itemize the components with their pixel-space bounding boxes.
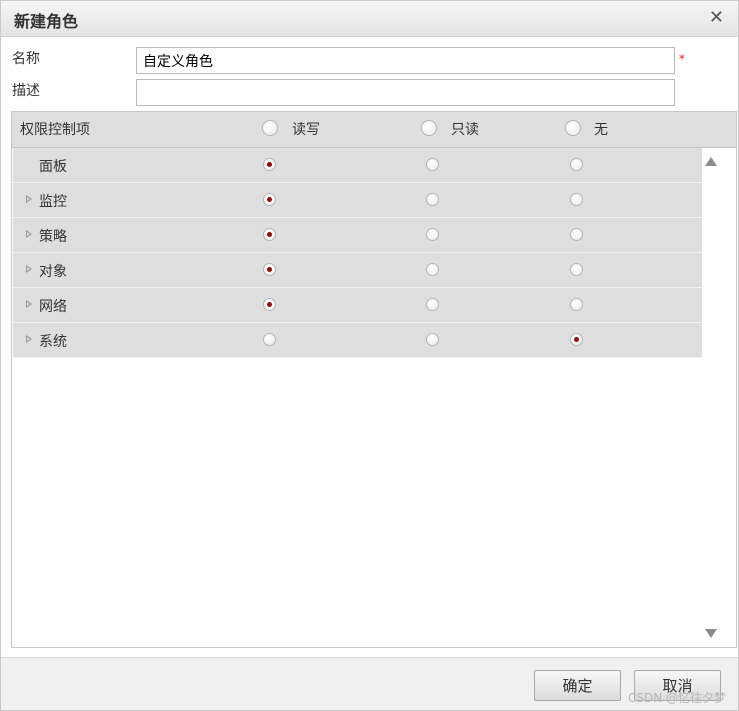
expand-arrow-icon[interactable]	[26, 300, 32, 308]
none-radio[interactable]	[570, 263, 583, 276]
permission-rows: 面板监控策略对象网络系统	[13, 148, 702, 358]
permission-row-label: 策略	[39, 229, 67, 245]
name-label: 名称	[12, 51, 40, 67]
permission-row[interactable]: 系统	[13, 323, 702, 358]
permission-row[interactable]: 网络	[13, 288, 702, 323]
none-radio[interactable]	[570, 228, 583, 241]
expand-arrow-icon[interactable]	[26, 230, 32, 238]
dialog-title: 新建角色	[14, 12, 79, 31]
column-readonly-label: 只读	[451, 122, 479, 138]
none-radio[interactable]	[570, 193, 583, 206]
permission-row[interactable]: 对象	[13, 253, 702, 288]
readwrite-radio[interactable]	[263, 298, 276, 311]
readonly-radio[interactable]	[426, 333, 439, 346]
header-select-all-readwrite-radio[interactable]	[262, 120, 278, 136]
readonly-radio[interactable]	[426, 228, 439, 241]
header-permission-label: 权限控制项	[20, 122, 90, 138]
permission-row-label: 对象	[39, 264, 67, 280]
none-radio[interactable]	[570, 333, 583, 346]
column-readwrite-label: 读写	[292, 122, 320, 138]
close-icon[interactable]: ✕	[709, 7, 724, 28]
scroll-down-icon[interactable]	[705, 629, 717, 638]
new-role-dialog: 新建角色 ✕ 名称 * 描述 权限控制项 读写 只读 无 面板监控策略对象网络系…	[0, 0, 739, 711]
readwrite-radio[interactable]	[263, 158, 276, 171]
watermark: CSDN @忆往夕梦	[627, 691, 726, 705]
permission-row[interactable]: 面板	[13, 148, 702, 183]
permission-grid: 权限控制项 读写 只读 无 面板监控策略对象网络系统	[11, 111, 737, 648]
header-select-all-readonly-radio[interactable]	[421, 120, 437, 136]
scroll-up-icon[interactable]	[705, 157, 717, 166]
expand-arrow-icon[interactable]	[26, 195, 32, 203]
dialog-footer: 确定 取消 CSDN @忆往夕梦	[1, 657, 738, 710]
readwrite-radio[interactable]	[263, 263, 276, 276]
readwrite-radio[interactable]	[263, 228, 276, 241]
none-radio[interactable]	[570, 158, 583, 171]
readonly-radio[interactable]	[426, 298, 439, 311]
readwrite-radio[interactable]	[263, 333, 276, 346]
header-select-all-none-radio[interactable]	[565, 120, 581, 136]
dialog-titlebar: 新建角色 ✕	[1, 1, 738, 37]
expand-arrow-icon[interactable]	[26, 335, 32, 343]
permission-row[interactable]: 策略	[13, 218, 702, 253]
permission-row-label: 面板	[39, 159, 67, 175]
readonly-radio[interactable]	[426, 263, 439, 276]
description-label: 描述	[12, 83, 40, 99]
expand-arrow-icon[interactable]	[26, 265, 32, 273]
permission-row-label: 网络	[39, 299, 67, 315]
confirm-button[interactable]: 确定	[534, 670, 621, 701]
grid-scrollbar[interactable]	[702, 149, 720, 646]
name-input[interactable]	[136, 47, 675, 74]
permission-grid-header: 权限控制项 读写 只读 无	[12, 112, 736, 148]
column-none-label: 无	[594, 122, 608, 138]
permission-row[interactable]: 监控	[13, 183, 702, 218]
none-radio[interactable]	[570, 298, 583, 311]
readonly-radio[interactable]	[426, 193, 439, 206]
required-mark: *	[679, 52, 685, 66]
readwrite-radio[interactable]	[263, 193, 276, 206]
permission-row-label: 系统	[39, 334, 67, 350]
description-input[interactable]	[136, 79, 675, 106]
permission-row-label: 监控	[39, 194, 67, 210]
readonly-radio[interactable]	[426, 158, 439, 171]
